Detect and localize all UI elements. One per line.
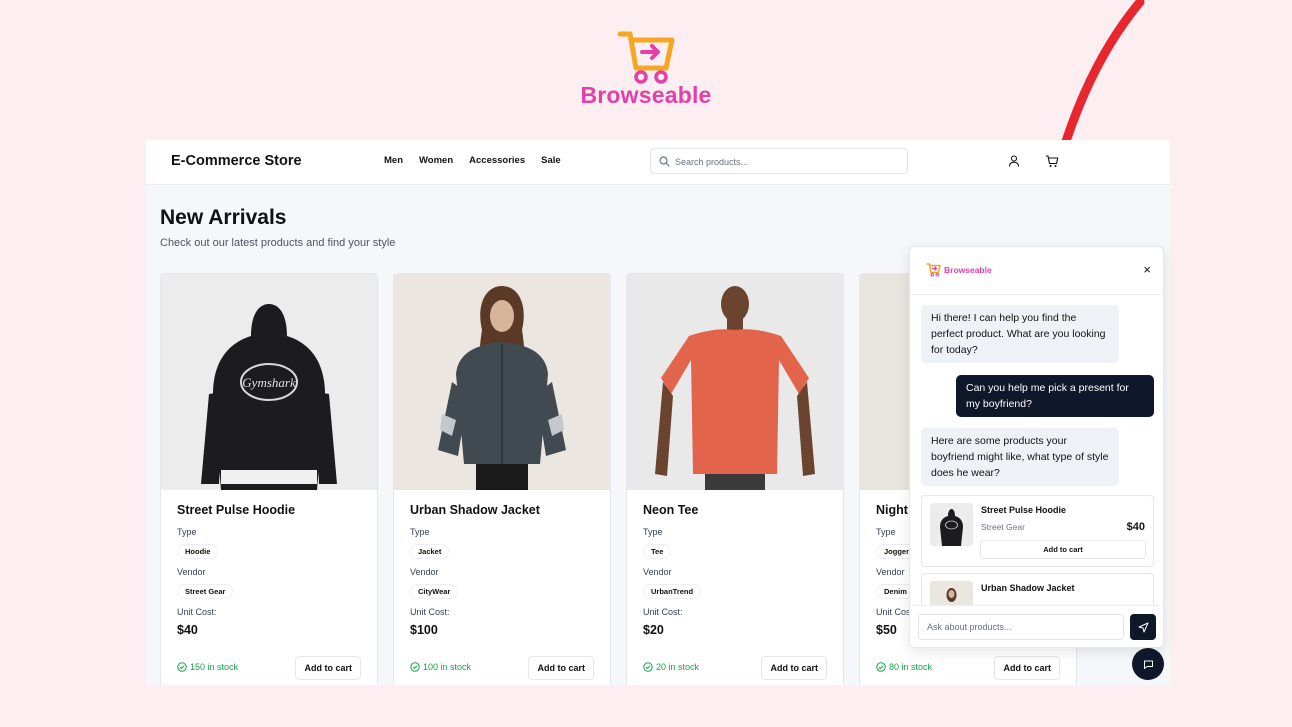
nav-sale[interactable]: Sale	[541, 155, 561, 166]
vendor-label: Vendor	[177, 567, 206, 577]
product-price: $40	[177, 623, 198, 637]
product-card[interactable]: Gymshark Street Pulse Hoodie Type Hoodie…	[160, 273, 378, 685]
check-circle-icon	[410, 662, 420, 672]
add-to-cart-button[interactable]: Add to cart	[994, 656, 1060, 680]
unit-cost-label: Unit Cost:	[643, 607, 683, 617]
product-card[interactable]: Neon Tee Type Tee Vendor UrbanTrend Unit…	[626, 273, 844, 685]
chat-input[interactable]	[918, 614, 1124, 640]
chat-header: Browseable ×	[910, 247, 1163, 295]
product-thumbnail-hoodie	[930, 503, 973, 546]
svg-text:Gymshark: Gymshark	[242, 375, 296, 390]
stock-count: 80 in stock	[889, 662, 933, 672]
add-to-cart-button[interactable]: Add to cart	[761, 656, 827, 680]
nav-accessories[interactable]: Accessories	[469, 155, 525, 166]
search-box	[650, 148, 908, 174]
send-icon	[1138, 622, 1148, 632]
suggested-product-name[interactable]: Street Pulse Hoodie	[981, 505, 1066, 515]
suggested-product-price: $40	[1126, 521, 1145, 533]
chat-brand-name: Browseable	[944, 264, 992, 275]
type-badge: Tee	[643, 544, 672, 559]
search-input[interactable]	[675, 154, 900, 169]
stock-count: 100 in stock	[423, 662, 472, 672]
vendor-badge: CityWear	[410, 584, 459, 599]
product-name[interactable]: Street Pulse Hoodie	[177, 503, 295, 517]
add-to-cart-button[interactable]: Add to cart	[528, 656, 594, 680]
suggested-product-name[interactable]: Urban Shadow Jacket	[981, 583, 1075, 593]
product-image-tee[interactable]	[627, 274, 843, 490]
check-circle-icon	[643, 662, 653, 672]
chat-input-bar	[910, 605, 1163, 647]
brand-logo: Browseable	[0, 28, 1292, 109]
product-name[interactable]: Night	[876, 503, 908, 517]
type-label: Type	[643, 527, 663, 537]
nav-women[interactable]: Women	[419, 155, 453, 166]
stock-count: 150 in stock	[190, 662, 239, 672]
brand-name: Browseable	[580, 82, 712, 108]
shopping-cart-arrow-icon	[617, 31, 675, 84]
product-price: $50	[876, 623, 897, 637]
send-button[interactable]	[1130, 614, 1156, 640]
stock-status: 100 in stock	[410, 662, 471, 672]
suggested-product-vendor: Street Gear	[981, 522, 1025, 532]
type-badge: Hoodie	[177, 544, 219, 559]
product-price: $100	[410, 623, 438, 637]
user-icon[interactable]	[1007, 154, 1021, 168]
type-badge: Jacket	[410, 544, 450, 559]
close-icon[interactable]: ×	[1143, 262, 1151, 277]
cart-icon[interactable]	[1045, 154, 1059, 168]
chat-widget: Browseable × Hi there! I can help you fi…	[909, 246, 1164, 648]
product-image-hoodie[interactable]: Gymshark	[161, 274, 377, 490]
type-label: Type	[410, 527, 430, 537]
type-label: Type	[177, 527, 197, 537]
suggested-product-card[interactable]: Street Pulse Hoodie Street Gear $40 Add …	[921, 495, 1154, 567]
vendor-label: Vendor	[410, 567, 439, 577]
stock-count: 20 in stock	[656, 662, 700, 672]
store-title[interactable]: E-Commerce Store	[171, 153, 302, 169]
check-circle-icon	[177, 662, 187, 672]
search-icon	[659, 156, 670, 167]
page-heading: New Arrivals	[160, 206, 287, 229]
vendor-label: Vendor	[643, 567, 672, 577]
main-nav: Men Women Accessories Sale	[384, 155, 561, 166]
vendor-label: Vendor	[876, 567, 905, 577]
add-to-cart-button[interactable]: Add to cart	[295, 656, 361, 680]
product-name[interactable]: Urban Shadow Jacket	[410, 503, 540, 517]
add-to-cart-button[interactable]: Add to cart	[980, 540, 1146, 559]
product-price: $20	[643, 623, 664, 637]
vendor-badge: UrbanTrend	[643, 584, 702, 599]
bot-message: Here are some products your boyfriend mi…	[921, 428, 1119, 486]
stock-status: 150 in stock	[177, 662, 238, 672]
check-circle-icon	[876, 662, 886, 672]
page-subheading: Check out our latest products and find y…	[160, 237, 396, 249]
vendor-badge: Street Gear	[177, 584, 234, 599]
product-image-jacket[interactable]	[394, 274, 610, 490]
top-navbar: E-Commerce Store Men Women Accessories S…	[146, 140, 1170, 185]
type-label: Type	[876, 527, 896, 537]
product-card[interactable]: Urban Shadow Jacket Type Jacket Vendor C…	[393, 273, 611, 685]
unit-cost-label: Unit Cost:	[410, 607, 450, 617]
chat-toggle-button[interactable]	[1132, 648, 1164, 680]
shopping-cart-arrow-icon	[926, 263, 941, 277]
user-message: Can you help me pick a present for my bo…	[956, 375, 1154, 417]
product-name[interactable]: Neon Tee	[643, 503, 698, 517]
unit-cost-label: Unit Cost:	[177, 607, 217, 617]
bot-message: Hi there! I can help you find the perfec…	[921, 305, 1119, 363]
stock-status: 20 in stock	[643, 662, 699, 672]
chat-brand-logo: Browseable	[926, 262, 992, 277]
stock-status: 80 in stock	[876, 662, 932, 672]
chat-bubble-icon	[1143, 660, 1153, 669]
nav-men[interactable]: Men	[384, 155, 403, 166]
